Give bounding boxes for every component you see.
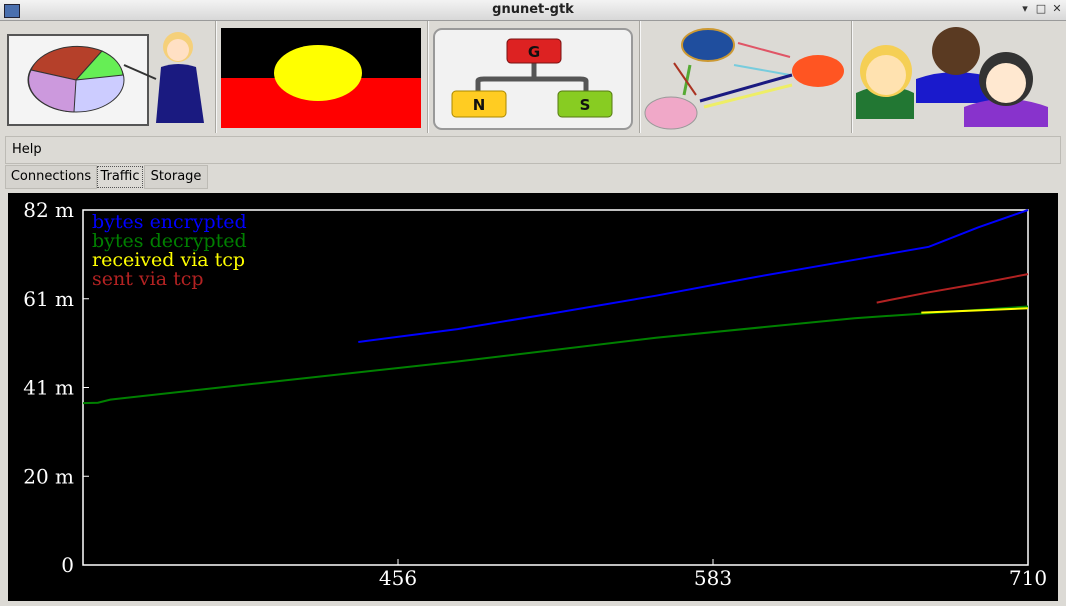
toolbar-separator <box>215 21 217 133</box>
aboriginal-flag-icon <box>221 28 421 128</box>
title-bar: gnunet-gtk ▾ □ ✕ <box>0 0 1066 21</box>
y-tick-label: 41 m <box>23 376 74 400</box>
x-tick-label: 710 <box>1009 566 1047 590</box>
legend-entry: sent via tcp <box>92 268 204 290</box>
window-title: gnunet-gtk <box>492 2 574 17</box>
peer-info-button[interactable] <box>220 23 422 131</box>
x-tick-label: 456 <box>379 566 417 590</box>
y-tick-label: 61 m <box>23 287 74 311</box>
minimize-icon[interactable]: ▾ <box>1019 3 1031 15</box>
tab-connections[interactable]: Connections <box>5 165 97 189</box>
gns-tree-icon: G N S <box>433 28 633 130</box>
gns-button[interactable]: G N S <box>432 23 634 131</box>
close-icon[interactable]: ✕ <box>1051 3 1063 15</box>
svg-text:N: N <box>473 96 486 114</box>
maximize-icon[interactable]: □ <box>1035 3 1047 15</box>
traffic-chart: 82 m61 m41 m20 m0 456 583 710 bytes encryp… <box>8 193 1058 601</box>
identity-button[interactable] <box>856 23 1060 131</box>
network-nodes-icon <box>644 28 844 130</box>
svg-text:G: G <box>528 43 540 61</box>
tab-traffic[interactable]: Traffic <box>97 166 143 188</box>
tab-storage[interactable]: Storage <box>144 165 208 189</box>
toolbar: G N S <box>0 21 1066 134</box>
y-tick-label: 82 m <box>23 198 74 222</box>
statistics-button[interactable] <box>6 23 210 131</box>
toolbar-separator <box>639 21 641 133</box>
statistics-presenter-icon <box>7 32 204 126</box>
y-tick-label: 0 <box>61 553 74 577</box>
menu-help[interactable]: Help <box>12 142 42 157</box>
svg-text:S: S <box>580 96 591 114</box>
x-tick-label: 583 <box>694 566 732 590</box>
network-button[interactable] <box>644 23 848 131</box>
people-icon <box>856 27 1048 127</box>
menu-bar: Help <box>5 136 1061 164</box>
y-tick-label: 20 m <box>23 464 74 488</box>
toolbar-separator <box>427 21 429 133</box>
toolbar-separator <box>851 21 853 133</box>
